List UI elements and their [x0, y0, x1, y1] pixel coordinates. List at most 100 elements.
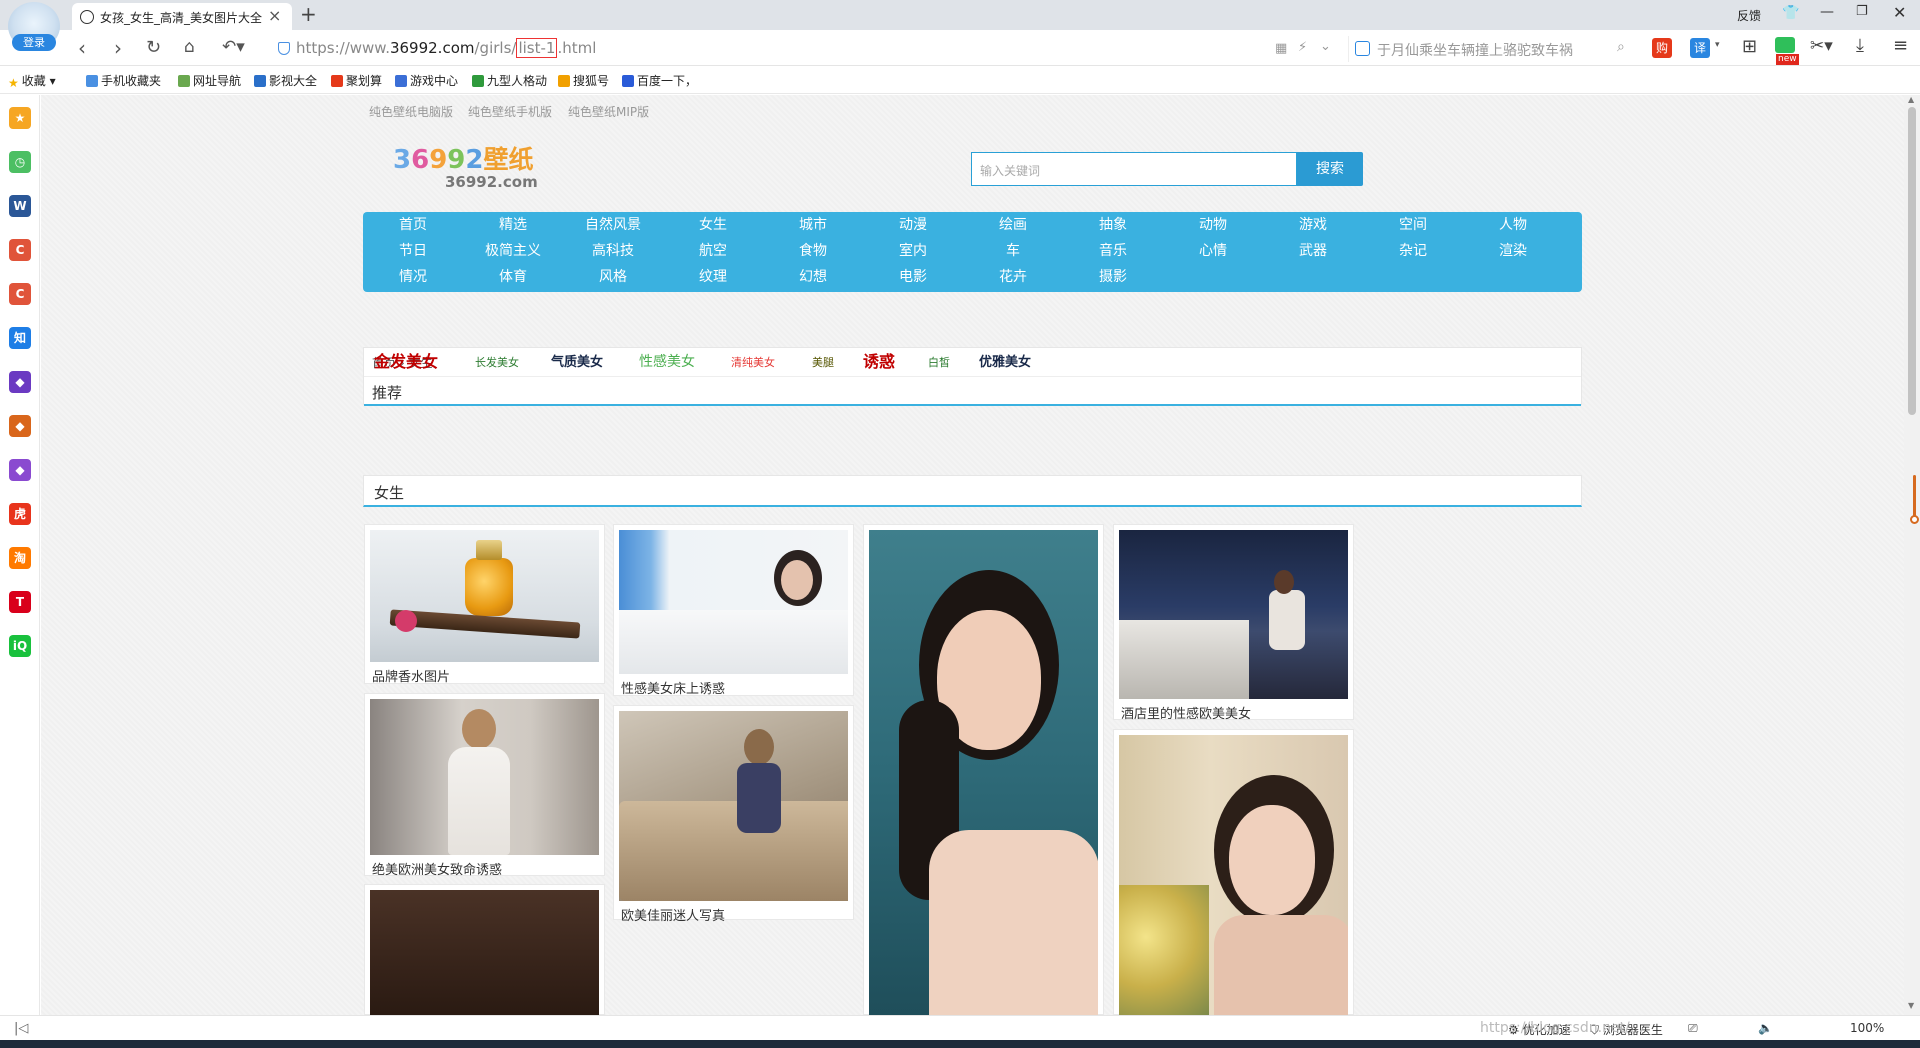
top-link[interactable]: 纯色壁纸电脑版	[369, 103, 453, 120]
category-link[interactable]: 极简主义	[463, 238, 563, 264]
screenshot-icon[interactable]: ⎚	[1688, 1021, 1698, 1036]
bookmark-item[interactable]: 九型人格动	[472, 72, 547, 89]
undo-close-icon[interactable]: ↶▾	[222, 37, 245, 57]
translate-icon[interactable]: 译	[1690, 38, 1710, 58]
c-app-2-icon[interactable]: C	[9, 283, 31, 305]
huya-icon[interactable]: 虎	[9, 503, 31, 525]
category-link[interactable]: 电影	[863, 264, 963, 290]
photo-white-dress[interactable]	[370, 699, 599, 855]
iqiyi-icon[interactable]: iQ	[9, 635, 31, 657]
word-doc-icon[interactable]: W	[9, 195, 31, 217]
category-link[interactable]: 风格	[563, 264, 663, 290]
search-icon[interactable]: ⌕	[1617, 39, 1625, 55]
game-3-icon[interactable]: ◆	[9, 459, 31, 481]
tab-close-icon[interactable]: ×	[268, 6, 281, 25]
menu-icon[interactable]: ≡	[1893, 35, 1908, 56]
site-search-button[interactable]: 搜索	[1297, 152, 1363, 186]
site-logo[interactable]: 36992壁纸	[393, 140, 533, 176]
bolt-icon[interactable]: ⚡	[1298, 40, 1307, 55]
recommend-tag[interactable]: 金发美女	[374, 348, 438, 372]
photo-caption[interactable]: 品牌香水图片	[370, 662, 599, 685]
category-link[interactable]: 杂记	[1363, 238, 1463, 264]
recommend-tag[interactable]: 气质美女	[551, 351, 603, 370]
top-link[interactable]: 纯色壁纸MIP版	[568, 103, 649, 120]
recommend-tag[interactable]: 清纯美女	[731, 354, 775, 370]
photo-card[interactable]: 性感美女床上诱惑	[613, 524, 854, 697]
photo-caption[interactable]: 绝美欧洲美女致命诱惑	[370, 855, 599, 878]
photo-caption[interactable]: 性感美女床上诱惑	[619, 674, 848, 697]
recommend-tag[interactable]: 性感美女	[639, 351, 695, 371]
login-button[interactable]: 登录	[12, 34, 56, 51]
photo-caption[interactable]: 欧美佳丽迷人写真	[619, 901, 848, 924]
category-link[interactable]: 人物	[1463, 212, 1563, 238]
recommend-tag[interactable]: 白皙	[928, 354, 950, 370]
top-link[interactable]: 纯色壁纸手机版	[468, 103, 552, 120]
home-icon[interactable]: ⌂	[184, 37, 195, 57]
recommend-tag[interactable]: 美腿	[812, 354, 834, 370]
zoom-slider[interactable]	[1913, 475, 1916, 520]
recommend-tag[interactable]: 优雅美女	[979, 351, 1031, 370]
bookmark-item[interactable]: 手机收藏夹	[86, 72, 161, 89]
category-link[interactable]: 自然风景	[563, 212, 663, 238]
page-scrollbar[interactable]: ▲ ▼	[1904, 95, 1920, 1015]
history-icon[interactable]: ◷	[9, 151, 31, 173]
new-tab-button[interactable]: +	[300, 2, 317, 26]
category-link[interactable]: 绘画	[963, 212, 1063, 238]
photo-card[interactable]	[863, 524, 1104, 1015]
bookmark-item[interactable]: 聚划算	[331, 72, 382, 89]
category-link[interactable]: 车	[963, 238, 1063, 264]
category-link[interactable]: 航空	[663, 238, 763, 264]
c-app-1-icon[interactable]: C	[9, 239, 31, 261]
category-link[interactable]: 城市	[763, 212, 863, 238]
category-link[interactable]: 幻想	[763, 264, 863, 290]
photo-card[interactable]: 品牌香水图片	[364, 524, 605, 685]
category-link[interactable]: 动物	[1163, 212, 1263, 238]
category-link[interactable]: 花卉	[963, 264, 1063, 290]
photo-caption[interactable]: 酒店里的性感欧美美女	[1119, 699, 1348, 722]
recommend-tag[interactable]: 长发美女	[475, 354, 519, 370]
translate-dropdown-icon[interactable]: ▾	[1715, 40, 1720, 50]
bookmark-favorites[interactable]: ★ 收藏 ▾	[8, 72, 56, 90]
category-link[interactable]: 精选	[463, 212, 563, 238]
search-engine-icon[interactable]	[1355, 41, 1370, 56]
close-window-button[interactable]: ✕	[1893, 3, 1906, 22]
site-search-input[interactable]: 输入关键词	[971, 152, 1297, 186]
game-1-icon[interactable]: ◆	[9, 371, 31, 393]
category-link[interactable]: 高科技	[563, 238, 663, 264]
bookmark-item[interactable]: 游戏中心	[395, 72, 458, 89]
photo-card[interactable]: 绝美欧洲美女致命诱惑	[364, 693, 605, 878]
zhihu-icon[interactable]: 知	[9, 327, 31, 349]
category-link[interactable]: 武器	[1263, 238, 1363, 264]
forward-icon[interactable]: ›	[114, 36, 122, 60]
restore-button[interactable]: ❐	[1856, 4, 1868, 19]
taobao-icon[interactable]: 淘	[9, 547, 31, 569]
photo-flowers[interactable]	[1119, 735, 1348, 1015]
category-link[interactable]: 情况	[363, 264, 463, 290]
minimize-button[interactable]: —	[1820, 4, 1834, 20]
photo-card[interactable]: 欧美佳丽迷人写真	[613, 705, 854, 924]
chevron-down-icon[interactable]: ⌄	[1320, 39, 1331, 54]
reload-icon[interactable]: ↻	[146, 37, 161, 58]
category-link[interactable]: 女生	[663, 212, 763, 238]
scroll-up-icon[interactable]: ▲	[1908, 95, 1914, 104]
browser-tab[interactable]: 女孩_女生_高清_美女图片大全 ×	[72, 3, 292, 30]
scroll-thumb[interactable]	[1908, 107, 1916, 415]
category-link[interactable]: 动漫	[863, 212, 963, 238]
category-link[interactable]: 抽象	[1063, 212, 1163, 238]
scissors-icon[interactable]: ✂▾	[1810, 36, 1833, 56]
photo-bed-light[interactable]	[619, 530, 848, 674]
favorites-icon[interactable]: ★	[9, 107, 31, 129]
category-link[interactable]: 音乐	[1063, 238, 1163, 264]
category-link[interactable]: 首页	[363, 212, 463, 238]
category-link[interactable]: 心情	[1163, 238, 1263, 264]
browser-search-box[interactable]: 于月仙乘坐车辆撞上骆驼致车祸 ⌕	[1348, 36, 1638, 62]
tmall-icon[interactable]: T	[9, 591, 31, 613]
category-link[interactable]: 节日	[363, 238, 463, 264]
scroll-down-icon[interactable]: ▼	[1908, 1001, 1914, 1010]
bookmark-item[interactable]: 百度一下，	[622, 72, 697, 89]
photo-hotel-night[interactable]	[1119, 530, 1348, 699]
category-link[interactable]: 游戏	[1263, 212, 1363, 238]
category-link[interactable]: 空间	[1363, 212, 1463, 238]
photo-perfume[interactable]	[370, 530, 599, 662]
volume-icon[interactable]: 🔈	[1758, 1021, 1773, 1035]
